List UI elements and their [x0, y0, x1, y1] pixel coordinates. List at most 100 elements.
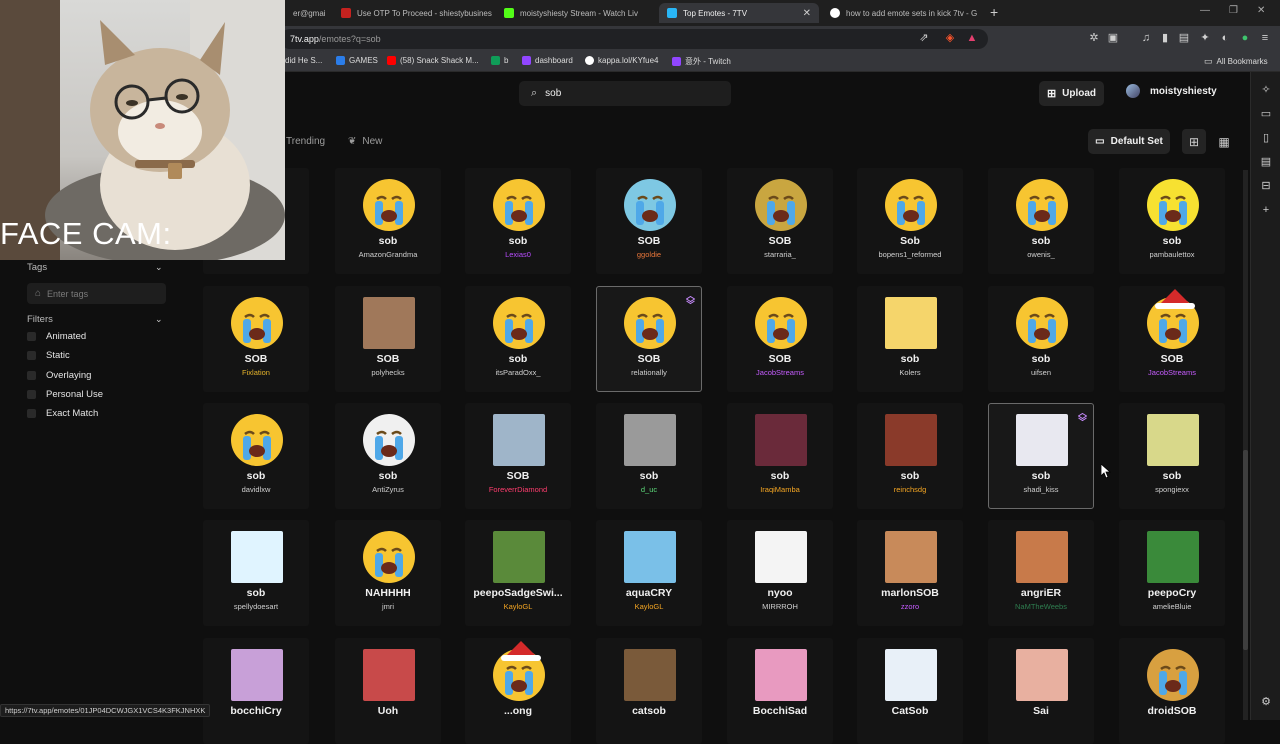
- close-tab-icon[interactable]: ✕: [803, 8, 811, 19]
- menu-icon[interactable]: ≡: [1259, 32, 1271, 44]
- bookmark-icon[interactable]: ⊟: [1260, 180, 1272, 192]
- music-icon[interactable]: ♫: [1140, 32, 1152, 44]
- small-grid-view-button[interactable]: ▦: [1212, 129, 1236, 154]
- minimize-icon[interactable]: —: [1200, 5, 1210, 16]
- user-menu[interactable]: moistyshiesty: [1126, 84, 1217, 98]
- scrollbar-thumb[interactable]: [1243, 450, 1248, 650]
- chevron-down-icon[interactable]: ⌄: [155, 314, 163, 325]
- filter-exact-match[interactable]: Exact Match: [27, 408, 98, 419]
- filter-overlaying[interactable]: Overlaying: [27, 370, 91, 381]
- tags-input[interactable]: ⌂ Enter tags: [27, 283, 166, 304]
- emote-card[interactable]: Uoh: [335, 638, 441, 744]
- extensions-icon[interactable]: ✲: [1088, 32, 1100, 44]
- emote-card[interactable]: SOB ggoldie: [596, 168, 702, 274]
- browser-tab[interactable]: moistyshiesty Stream - Watch Liv: [496, 3, 656, 23]
- emote-card[interactable]: sob shadi_kiss: [988, 403, 1094, 509]
- emote-card[interactable]: droidSOB: [1119, 638, 1225, 744]
- emote-card[interactable]: catsob: [596, 638, 702, 744]
- bookmark-item[interactable]: GAMES: [336, 56, 378, 65]
- filter-static[interactable]: Static: [27, 350, 70, 361]
- tab-new[interactable]: ❦ New: [348, 136, 382, 147]
- brave-shield-icon[interactable]: ◈: [944, 32, 956, 44]
- emote-card[interactable]: angriER NaMTheWeebs: [988, 520, 1094, 626]
- checkbox[interactable]: [27, 351, 36, 360]
- emote-card[interactable]: sob davidlxw: [203, 403, 309, 509]
- emote-card[interactable]: BocchiSad: [727, 638, 833, 744]
- add-panel-icon[interactable]: +: [1260, 204, 1272, 216]
- emote-card[interactable]: aquaCRY KayloGL: [596, 520, 702, 626]
- bookmark-item[interactable]: kappa.lol/KYfue4: [585, 56, 659, 65]
- emote-card[interactable]: SOB JacobStreams: [727, 286, 833, 392]
- history-icon[interactable]: ▤: [1260, 156, 1272, 168]
- emote-card[interactable]: sob spellydoesart: [203, 520, 309, 626]
- bookmark-item[interactable]: did He S...: [285, 56, 322, 65]
- emote-card[interactable]: sob pambaulettox: [1119, 168, 1225, 274]
- settings-gear-icon[interactable]: ⚙: [1260, 696, 1272, 708]
- bookmark-item[interactable]: b: [491, 56, 508, 65]
- sidebar-icon[interactable]: ▮: [1159, 32, 1171, 44]
- bookmark-item[interactable]: dashboard: [522, 56, 573, 65]
- leo-ai-icon[interactable]: ✦: [1199, 32, 1211, 44]
- emote-card[interactable]: sob reinchsdg: [857, 403, 963, 509]
- chevron-down-icon[interactable]: ⌄: [155, 262, 163, 273]
- emote-card[interactable]: SOB starraria_: [727, 168, 833, 274]
- vpn-icon[interactable]: ◐: [1219, 32, 1231, 44]
- emote-card[interactable]: nyoo MIRRROH: [727, 520, 833, 626]
- upload-button[interactable]: ⊞ Upload: [1039, 81, 1104, 106]
- emote-card[interactable]: SOB Fixlation: [203, 286, 309, 392]
- emote-card[interactable]: marlonSOB zzoro: [857, 520, 963, 626]
- share-icon[interactable]: ⇗: [918, 32, 930, 44]
- checkbox[interactable]: [27, 409, 36, 418]
- emote-card[interactable]: SOB ForeverrDiamond: [465, 403, 571, 509]
- emote-card[interactable]: bocchiCry: [203, 638, 309, 744]
- emote-card[interactable]: CatSob: [857, 638, 963, 744]
- large-grid-view-button[interactable]: ⊞: [1182, 129, 1206, 154]
- emote-card[interactable]: SOB relationally: [596, 286, 702, 392]
- emote-card[interactable]: sob AmazonGrandma: [335, 168, 441, 274]
- default-set-button[interactable]: ▭ Default Set: [1088, 129, 1170, 154]
- emote-card[interactable]: sob AntiZyrus: [335, 403, 441, 509]
- filter-animated[interactable]: Animated: [27, 331, 86, 342]
- profile-icon[interactable]: ●: [1239, 32, 1251, 44]
- filter-personal-use[interactable]: Personal Use: [27, 389, 103, 400]
- emote-card[interactable]: Sai: [988, 638, 1094, 744]
- emote-card[interactable]: sob Lexias0: [465, 168, 571, 274]
- emote-author: AmazonGrandma: [358, 250, 418, 259]
- browser-tab-active[interactable]: Top Emotes - 7TV ✕: [659, 3, 819, 23]
- emote-card[interactable]: Sob bopens1_reformed: [857, 168, 963, 274]
- wallet-icon[interactable]: ▤: [1178, 32, 1190, 44]
- all-bookmarks[interactable]: ▭ All Bookmarks: [1204, 56, 1268, 67]
- close-window-icon[interactable]: ✕: [1257, 5, 1265, 16]
- reading-list-icon[interactable]: ▯: [1260, 132, 1272, 144]
- emote-card[interactable]: SOB JacobStreams: [1119, 286, 1225, 392]
- new-tab-icon[interactable]: +: [990, 4, 998, 20]
- emote-card[interactable]: sob spongiexx: [1119, 403, 1225, 509]
- bookmark-item[interactable]: 意外 - Twitch: [672, 56, 731, 67]
- checkbox[interactable]: [27, 371, 36, 380]
- emote-card[interactable]: sob owenis_: [988, 168, 1094, 274]
- brave-rewards-icon[interactable]: ▲: [966, 32, 978, 44]
- emote-card[interactable]: sob itsParadOxx_: [465, 286, 571, 392]
- checkbox[interactable]: [27, 390, 36, 399]
- emote-card[interactable]: sob uifsen: [988, 286, 1094, 392]
- search-input[interactable]: ⌕ sob: [519, 81, 731, 106]
- leo-ai-icon[interactable]: ✧: [1260, 84, 1272, 96]
- cast-icon[interactable]: ▣: [1107, 32, 1119, 44]
- browser-tab[interactable]: how to add emote sets in kick 7tv - G: [822, 3, 982, 23]
- emote-card[interactable]: NAHHHH jmri: [335, 520, 441, 626]
- tab-trending[interactable]: Trending: [286, 136, 325, 147]
- emote-card[interactable]: SOB polyhecks: [335, 286, 441, 392]
- checkbox[interactable]: [27, 332, 36, 341]
- browser-tab[interactable]: Use OTP To Proceed - shiestybusines: [333, 3, 493, 23]
- emote-card[interactable]: sob d_uc: [596, 403, 702, 509]
- emote-card[interactable]: sob Kolers: [857, 286, 963, 392]
- emote-card[interactable]: ...ong: [465, 638, 571, 744]
- emote-card[interactable]: sob IraqiMamba: [727, 403, 833, 509]
- url-field[interactable]: 7tv.app/emotes?q=sob: [280, 29, 988, 49]
- wallet-icon[interactable]: ▭: [1260, 108, 1272, 120]
- emote-card[interactable]: peepoCry amelieBluie: [1119, 520, 1225, 626]
- bookmark-item[interactable]: (58) Snack Shack M...: [387, 56, 479, 65]
- browser-tab[interactable]: er@gmai: [285, 3, 330, 23]
- restore-icon[interactable]: ❐: [1229, 5, 1238, 16]
- emote-card[interactable]: peepoSadgeSwi... KayloGL: [465, 520, 571, 626]
